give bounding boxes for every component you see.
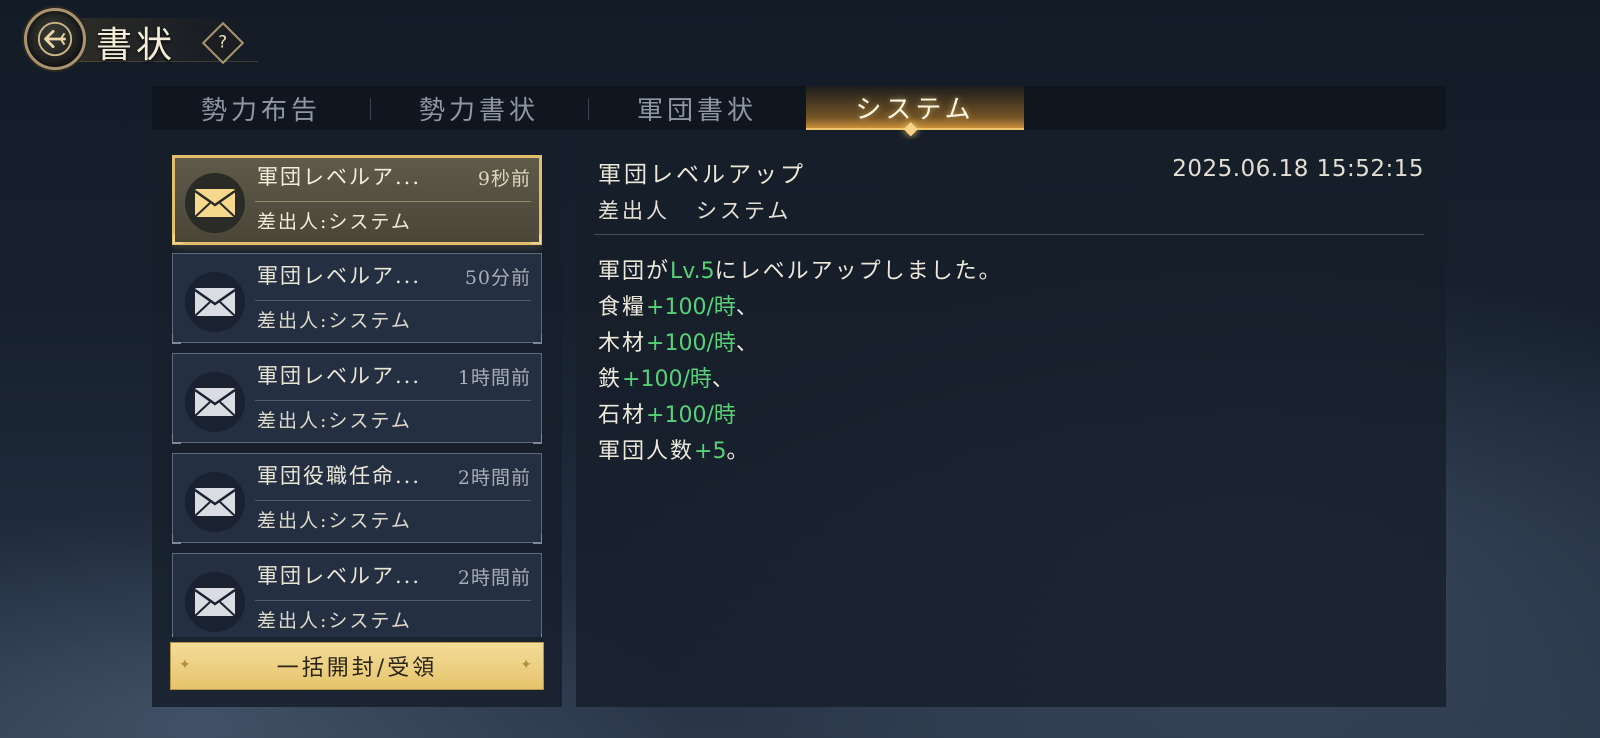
body-text: 。 — [726, 439, 751, 464]
mail-title: 軍団レベルア... — [257, 165, 422, 189]
sender-value: システム — [696, 199, 792, 223]
body-highlight: +100/時 — [646, 295, 736, 320]
mail-title: 軍団レベルア... — [257, 264, 422, 288]
mail-time: 1時間前 — [457, 367, 531, 389]
tab-faction-announcement[interactable]: 勢力布告 — [152, 86, 370, 130]
body-highlight: +100/時 — [646, 331, 736, 356]
mail-list-panel: 軍団レベルア... 9秒前 差出人:システム 軍団レベルア... 50分前 差出… — [152, 139, 562, 707]
envelope-icon — [194, 388, 236, 417]
bulk-open-claim-button[interactable]: 一括開封/受領 — [170, 642, 544, 690]
mail-item[interactable]: 軍団レベルア... 2時間前 差出人:システム — [172, 553, 542, 637]
mail-sender: 差出人:システム — [257, 410, 412, 432]
body-highlight: +100/時 — [646, 403, 736, 428]
body-line: 軍団人数+5。 — [598, 434, 1003, 470]
header: 書状 ? — [22, 6, 282, 70]
detail-sender: 差出人 システム — [598, 195, 791, 225]
body-line: 軍団がLv.5にレベルアップしました。 — [598, 254, 1003, 290]
help-icon: ? — [218, 33, 228, 53]
body-text: 軍団が — [598, 259, 671, 284]
body-text: 、 — [735, 295, 760, 320]
mail-detail-panel: 軍団レベルアップ 2025.06.18 15:52:15 差出人 システム 軍団が… — [576, 139, 1446, 707]
envelope-badge — [185, 272, 245, 332]
back-button[interactable] — [24, 8, 86, 70]
divider — [255, 400, 531, 401]
mail-sender: 差出人:システム — [257, 310, 412, 332]
body-line: 木材+100/時、 — [598, 326, 1003, 362]
detail-title: 軍団レベルアップ — [598, 162, 806, 188]
mail-time: 50分前 — [464, 267, 531, 289]
back-arrow-icon — [37, 21, 73, 57]
body-highlight: +100/時 — [622, 367, 712, 392]
mail-time: 2時間前 — [457, 567, 531, 589]
body-highlight: Lv.5 — [670, 259, 715, 284]
divider — [255, 500, 531, 501]
envelope-icon — [194, 189, 236, 218]
mail-sender: 差出人:システム — [257, 510, 412, 532]
body-text: 鉄 — [598, 367, 623, 392]
mail-time: 9秒前 — [477, 168, 531, 190]
detail-timestamp: 2025.06.18 15:52:15 — [1172, 156, 1424, 182]
mail-list[interactable]: 軍団レベルア... 9秒前 差出人:システム 軍団レベルア... 50分前 差出… — [172, 155, 542, 637]
tab-corps-letters[interactable]: 軍団書状 — [588, 86, 806, 130]
body-text: にレベルアップしました。 — [714, 259, 1003, 284]
envelope-icon — [194, 288, 236, 317]
page-title: 書状 — [96, 25, 177, 66]
body-highlight: +5 — [694, 439, 727, 464]
envelope-badge — [185, 372, 245, 432]
mail-title: 軍団役職任命... — [257, 464, 422, 488]
mail-item[interactable]: 軍団レベルア... 50分前 差出人:システム — [172, 253, 542, 344]
divider — [255, 300, 531, 301]
mail-time: 2時間前 — [457, 467, 531, 489]
envelope-badge — [185, 472, 245, 532]
divider — [594, 234, 1424, 235]
mail-title: 軍団レベルア... — [257, 364, 422, 388]
mail-item[interactable]: 軍団役職任命... 2時間前 差出人:システム — [172, 453, 542, 544]
sender-label: 差出人 — [598, 199, 670, 223]
body-line: 石材+100/時 — [598, 398, 1003, 434]
body-text: 石材 — [598, 403, 647, 428]
tab-system[interactable]: システム — [806, 86, 1024, 130]
mail-sender: 差出人:システム — [257, 211, 412, 233]
mail-item[interactable]: 軍団レベルア... 1時間前 差出人:システム — [172, 353, 542, 444]
envelope-badge — [185, 572, 245, 632]
envelope-badge — [185, 173, 245, 233]
body-text: 、 — [735, 331, 760, 356]
divider — [255, 600, 531, 601]
envelope-icon — [194, 588, 236, 617]
mail-item[interactable]: 軍団レベルア... 9秒前 差出人:システム — [172, 155, 542, 245]
detail-body: 軍団がLv.5にレベルアップしました。 食糧+100/時、 木材+100/時、 … — [598, 254, 1003, 470]
body-text: 木材 — [598, 331, 647, 356]
divider — [255, 201, 531, 202]
body-line: 食糧+100/時、 — [598, 290, 1003, 326]
envelope-icon — [194, 488, 236, 517]
mail-title: 軍団レベルア... — [257, 564, 422, 588]
mail-sender: 差出人:システム — [257, 610, 412, 632]
body-text: 食糧 — [598, 295, 647, 320]
body-line: 鉄+100/時、 — [598, 362, 1003, 398]
body-text: 、 — [711, 367, 736, 392]
body-text: 軍団人数 — [598, 439, 695, 464]
tab-faction-letters[interactable]: 勢力書状 — [370, 86, 588, 130]
category-tabs: 勢力布告 勢力書状 軍団書状 システム — [152, 86, 1446, 130]
